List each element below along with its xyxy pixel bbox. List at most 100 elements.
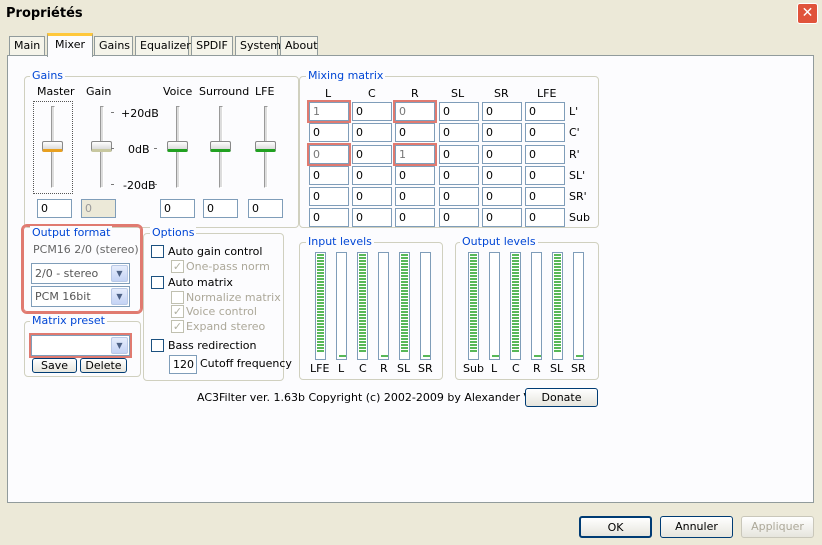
bass-redirection-checkbox[interactable] [151, 339, 164, 352]
surround-slider-thumb[interactable] [210, 141, 231, 152]
voice-slider-thumb[interactable] [167, 141, 188, 152]
cancel-button[interactable]: Annuler [660, 516, 733, 538]
matrix-cell[interactable]: 0 [352, 187, 392, 206]
lfe-gain-input[interactable]: 0 [248, 199, 283, 218]
gain-input[interactable]: 0 [81, 199, 116, 218]
matrix-cell[interactable]: 0 [525, 145, 565, 164]
level-led [401, 257, 408, 259]
matrix-cell[interactable]: 0 [352, 145, 392, 164]
cutoff-frequency-input[interactable]: 120 [169, 355, 197, 374]
voice-control-checkbox[interactable]: ✓ [171, 305, 184, 318]
level-led [359, 284, 366, 286]
level-led [317, 311, 324, 313]
matrix-col-header: LFE [537, 87, 557, 100]
level-led [554, 350, 561, 352]
format-select[interactable]: PCM 16bit ▼ [31, 286, 130, 307]
level-led [317, 269, 324, 271]
level-led [470, 254, 477, 256]
tab-system[interactable]: System [235, 36, 281, 56]
matrix-cell[interactable]: 0 [482, 145, 522, 164]
level-led [317, 335, 324, 337]
matrix-cell[interactable]: 0 [439, 208, 479, 227]
ok-button[interactable]: OK [579, 516, 652, 538]
voice-slider[interactable] [163, 102, 193, 193]
matrix-cell[interactable]: 0 [352, 166, 392, 185]
tab-gains[interactable]: Gains [94, 36, 133, 56]
matrix-cell[interactable]: 1 [307, 100, 351, 123]
matrix-cell[interactable]: 0 [439, 102, 479, 121]
normalize-matrix-checkbox[interactable] [171, 291, 184, 304]
voice-gain-input[interactable]: 0 [160, 199, 195, 218]
level-led [317, 347, 324, 349]
matrix-cell[interactable]: 0 [482, 123, 522, 142]
matrix-cell[interactable]: 0 [395, 187, 435, 206]
matrix-cell[interactable]: 1 [393, 143, 437, 166]
matrix-cell[interactable]: 0 [525, 208, 565, 227]
level-led [554, 269, 561, 271]
surround-gain-input[interactable]: 0 [203, 199, 238, 218]
matrix-cell[interactable]: 0 [393, 100, 437, 123]
matrix-cell[interactable]: 0 [525, 166, 565, 185]
matrix-cell[interactable]: 0 [395, 208, 435, 227]
tab-spdif[interactable]: SPDIF [191, 36, 233, 56]
matrix-cell[interactable]: 0 [309, 166, 349, 185]
level-meter-label: SR [571, 362, 586, 375]
gain-slider-thumb[interactable] [91, 141, 112, 152]
matrix-cell[interactable]: 0 [525, 187, 565, 206]
matrix-cell[interactable]: 0 [439, 187, 479, 206]
tab-main[interactable]: Main [9, 36, 45, 56]
level-led [317, 296, 324, 298]
level-led [359, 344, 366, 346]
level-led [359, 254, 366, 256]
one-pass-norm-checkbox[interactable]: ✓ [171, 260, 184, 273]
close-button[interactable]: ✕ [797, 3, 818, 24]
surround-slider[interactable] [206, 102, 236, 193]
matrix-cell[interactable]: 0 [439, 145, 479, 164]
matrix-cell[interactable]: 0 [482, 208, 522, 227]
matrix-preset-select[interactable]: ▼ [29, 333, 132, 358]
matrix-cell[interactable]: 0 [352, 208, 392, 227]
tab-mixer[interactable]: Mixer [47, 33, 93, 57]
level-led [554, 341, 561, 343]
level-led [317, 329, 324, 331]
chevron-down-icon[interactable]: ▼ [111, 337, 128, 354]
apply-button[interactable]: Appliquer [741, 516, 814, 538]
matrix-cell[interactable]: 0 [309, 187, 349, 206]
matrix-cell[interactable]: 0 [439, 166, 479, 185]
auto-matrix-checkbox[interactable] [151, 276, 164, 289]
delete-button[interactable]: Delete [80, 358, 127, 373]
auto-gain-control-checkbox[interactable] [151, 245, 164, 258]
level-led [401, 275, 408, 277]
level-led [359, 287, 366, 289]
matrix-row-label: C' [569, 126, 580, 139]
level-led [470, 296, 477, 298]
chevron-down-icon[interactable]: ▼ [111, 265, 128, 282]
matrix-cell[interactable]: 0 [482, 102, 522, 121]
matrix-cell[interactable]: 0 [482, 187, 522, 206]
chevron-down-icon[interactable]: ▼ [111, 288, 128, 305]
matrix-cell[interactable]: 0 [395, 166, 435, 185]
lfe-slider[interactable] [251, 102, 281, 193]
level-led [554, 275, 561, 277]
lfe-slider-thumb[interactable] [255, 141, 276, 152]
donate-button[interactable]: Donate [525, 388, 598, 407]
matrix-cell[interactable]: 0 [482, 166, 522, 185]
matrix-cell[interactable]: 0 [395, 123, 435, 142]
matrix-cell[interactable]: 0 [439, 123, 479, 142]
expand-stereo-checkbox[interactable]: ✓ [171, 320, 184, 333]
matrix-cell[interactable]: 0 [307, 143, 351, 166]
matrix-cell[interactable]: 0 [352, 123, 392, 142]
matrix-cell[interactable]: 0 [525, 102, 565, 121]
tab-about[interactable]: About [280, 36, 318, 56]
save-button[interactable]: Save [32, 358, 77, 373]
matrix-cell[interactable]: 0 [352, 102, 392, 121]
level-led [512, 323, 519, 325]
matrix-cell[interactable]: 0 [309, 208, 349, 227]
master-gain-input[interactable]: 0 [37, 199, 72, 218]
matrix-cell[interactable]: 0 [309, 123, 349, 142]
master-slider[interactable] [33, 101, 73, 194]
matrix-cell[interactable]: 0 [525, 123, 565, 142]
tab-equalizer[interactable]: Equalizer [135, 36, 191, 56]
channels-select[interactable]: 2/0 - stereo ▼ [31, 263, 130, 284]
master-slider-thumb[interactable] [42, 141, 63, 152]
